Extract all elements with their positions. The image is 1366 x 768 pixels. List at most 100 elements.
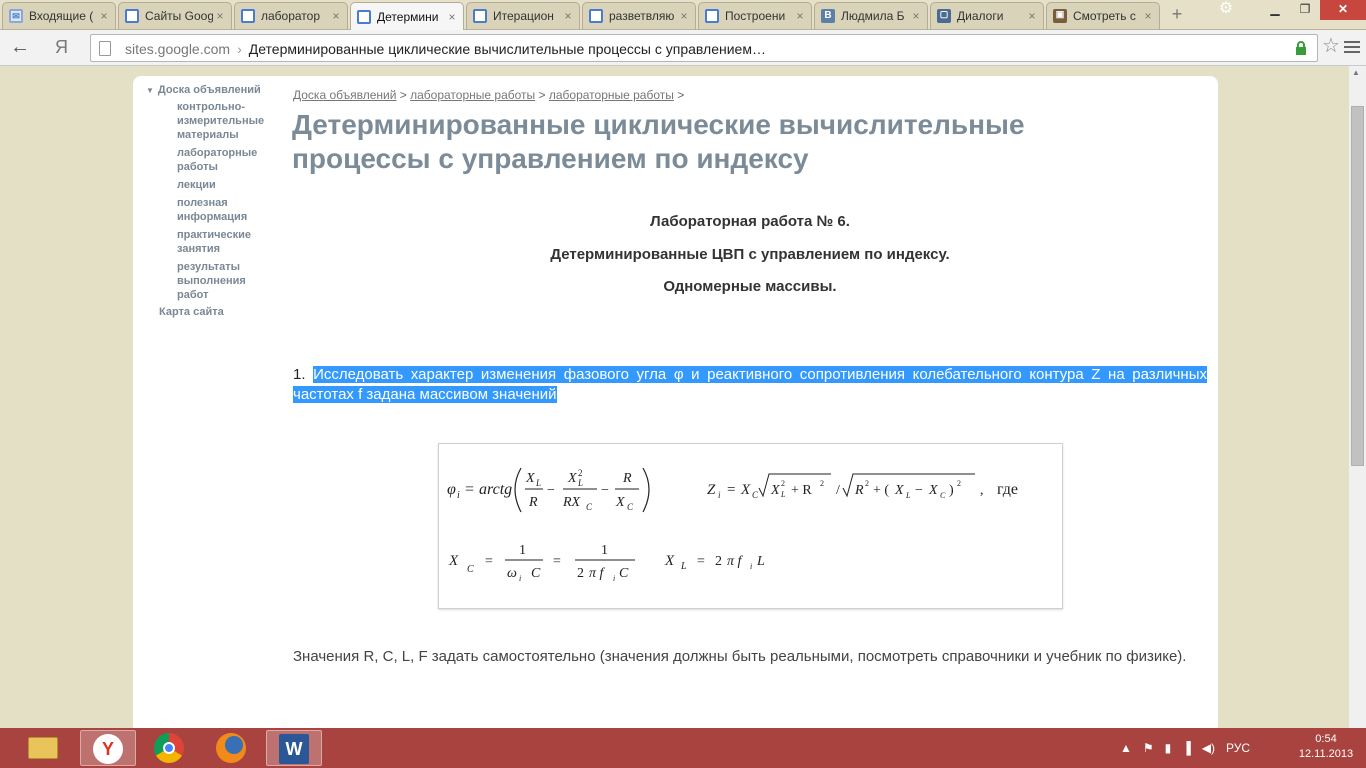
sidebar-header[interactable]: ▼ Доска объявлений [146, 84, 276, 96]
svg-text:,: , [980, 483, 984, 498]
sidebar-sitemap[interactable]: Карта сайта [159, 306, 276, 318]
tab-close-icon[interactable]: × [1141, 9, 1155, 23]
svg-text:π f: π f [727, 554, 744, 569]
svg-text:R: R [622, 471, 632, 486]
mail-icon: ✉ [9, 9, 23, 23]
scroll-up-arrow-icon[interactable]: ▲ [1352, 68, 1360, 77]
word-taskbar-button[interactable]: W [266, 730, 322, 766]
sidebar-item-practice[interactable]: практические занятия [177, 228, 262, 256]
svg-text:X: X [567, 471, 577, 486]
back-arrow-icon[interactable]: ← [10, 37, 30, 57]
triangle-down-icon[interactable]: ▼ [146, 86, 154, 96]
svg-text:2: 2 [715, 554, 722, 569]
tab-close-icon[interactable]: × [329, 9, 343, 23]
breadcrumb-link-labs[interactable]: лабораторные работы [410, 88, 535, 102]
tab-3[interactable]: Детермини × [350, 2, 464, 30]
values-paragraph: Значения R, C, L, F задать самостоятельн… [293, 648, 1187, 665]
tab-8[interactable]: ▢ Диалоги × [930, 2, 1044, 29]
svg-text:R: R [854, 483, 864, 498]
tab-4[interactable]: Итерацион × [466, 2, 580, 29]
svg-text:RX: RX [562, 495, 581, 510]
menu-icon[interactable] [1344, 38, 1360, 54]
svg-text:−: − [547, 483, 555, 498]
folder-icon [28, 737, 58, 759]
tab-close-icon[interactable]: × [97, 9, 111, 23]
tab-close-icon[interactable]: × [445, 10, 459, 24]
svg-text:=: = [727, 482, 735, 498]
explorer-taskbar-button[interactable] [16, 730, 72, 766]
svg-text:X: X [740, 482, 751, 498]
tab-1[interactable]: Сайты Goog × [118, 2, 232, 29]
battery-icon[interactable]: ▮ [1165, 741, 1172, 755]
svg-text:C: C [619, 566, 629, 581]
firefox-taskbar-button[interactable] [204, 730, 260, 766]
tab-9[interactable]: ▣ Смотреть с × [1046, 2, 1160, 29]
tab-close-icon[interactable]: × [1025, 9, 1039, 23]
breadcrumb-sep: > [538, 88, 546, 102]
svg-text:2: 2 [577, 566, 584, 581]
svg-text:2: 2 [781, 479, 785, 488]
volume-icon[interactable]: ◀) [1202, 741, 1215, 755]
tab-close-icon[interactable]: × [561, 9, 575, 23]
svg-text:2: 2 [578, 468, 583, 478]
clock[interactable]: 0:54 12.11.2013 [1294, 732, 1358, 762]
language-indicator[interactable]: РУС [1226, 741, 1250, 755]
url-host: sites.google.com [125, 41, 231, 57]
sites-icon [241, 9, 255, 23]
sidebar: ▼ Доска объявлений контрольно-измеритель… [146, 84, 276, 318]
tab-close-icon[interactable]: × [909, 9, 923, 23]
svg-text:1: 1 [601, 543, 608, 558]
svg-text:−: − [601, 483, 609, 498]
tab-0[interactable]: ✉ Входящие (× [2, 2, 116, 29]
window-controls: ▁ ❐ ✕ [1260, 0, 1366, 20]
yandex-browser-taskbar-button[interactable]: Y [80, 730, 136, 766]
tab-label: Входящие ( [29, 9, 94, 23]
breadcrumb-link-labs-2[interactable]: лабораторные работы [549, 88, 674, 102]
url-text[interactable]: sites.google.com › Детерминированные цикли… [125, 41, 766, 57]
url-separator: › [237, 41, 242, 57]
tab-7[interactable]: В Людмила Б × [814, 2, 928, 29]
close-window-button[interactable]: ✕ [1320, 0, 1366, 20]
svg-text:Z: Z [707, 482, 716, 498]
tab-close-icon[interactable]: × [213, 9, 227, 23]
sidebar-item-results[interactable]: результаты выполнения работ [177, 260, 252, 302]
sites-icon [589, 9, 603, 23]
clock-date: 12.11.2013 [1298, 748, 1354, 760]
yandex-logo[interactable]: Я [55, 37, 68, 57]
sidebar-header-label: Доска объявлений [157, 84, 261, 96]
svg-text:=: = [553, 554, 561, 569]
tray-expand-icon[interactable]: ▲ [1120, 741, 1132, 755]
minimize-button[interactable]: ▁ [1260, 0, 1290, 20]
svg-text:1: 1 [519, 543, 526, 558]
address-bar[interactable]: sites.google.com › Детерминированные цикли… [90, 34, 1318, 62]
task-text-selected[interactable]: Исследовать характер изменения фазового … [293, 366, 1207, 403]
scrollbar-thumb[interactable] [1351, 106, 1364, 466]
tab-close-icon[interactable]: × [677, 9, 691, 23]
tab-5[interactable]: разветвляю × [582, 2, 696, 29]
vertical-scrollbar[interactable]: ▲ [1349, 66, 1366, 728]
chrome-taskbar-button[interactable] [142, 730, 198, 766]
sidebar-item-lectures[interactable]: лекции [177, 178, 276, 192]
new-tab-button[interactable]: + [1166, 4, 1188, 26]
tab-6[interactable]: Построени × [698, 2, 812, 29]
tab-2[interactable]: лаборатор × [234, 2, 348, 29]
svg-text:C: C [531, 566, 541, 581]
lock-icon[interactable] [1295, 41, 1307, 55]
tab-close-icon[interactable]: × [793, 9, 807, 23]
sidebar-item-useful-info[interactable]: полезная информация [177, 196, 257, 224]
breadcrumb-sep: > [399, 88, 407, 102]
sidebar-item-labs[interactable]: лабораторные работы [177, 146, 272, 174]
sidebar-item-kim[interactable]: контрольно-измерительные материалы [177, 100, 272, 142]
svg-text:i: i [457, 490, 460, 501]
breadcrumb-link-board[interactable]: Доска объявлений [293, 88, 396, 102]
dialog-icon: ▢ [937, 9, 951, 23]
svg-text:C: C [940, 491, 946, 500]
maximize-button[interactable]: ❐ [1290, 0, 1320, 20]
network-icon[interactable]: ▐ [1182, 741, 1191, 755]
bookmark-star-icon[interactable]: ☆ [1322, 36, 1340, 56]
gear-icon[interactable]: ⚙ [1213, 0, 1239, 18]
flag-icon[interactable]: ⚑ [1143, 741, 1154, 755]
tab-label: разветвляю [609, 9, 675, 23]
svg-text:arctg: arctg [479, 481, 512, 498]
task-number: 1. [293, 366, 314, 383]
